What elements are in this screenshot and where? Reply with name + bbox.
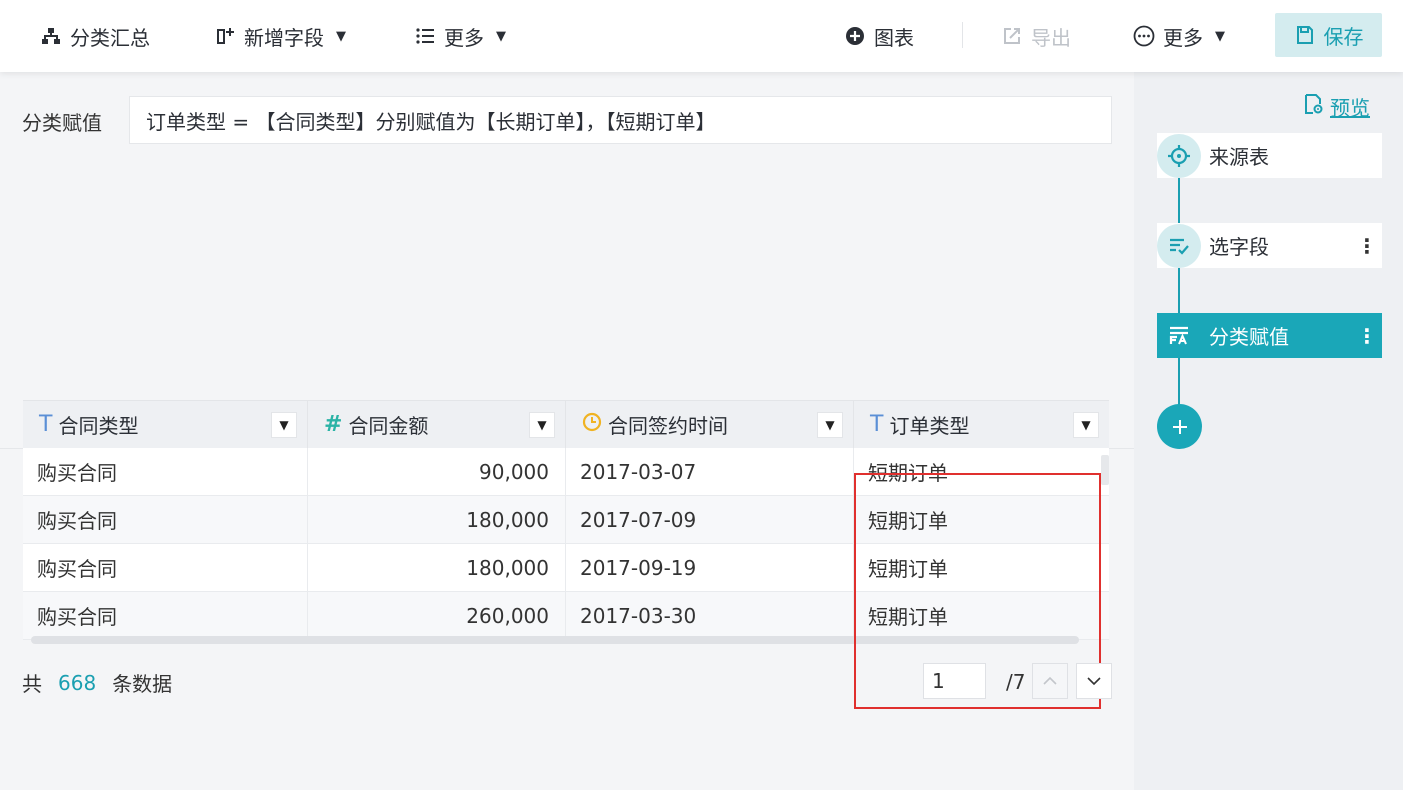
next-page-button[interactable] (1076, 663, 1112, 699)
save-icon (1294, 24, 1316, 46)
table-cell: 90,000 (308, 448, 566, 495)
export-icon (1001, 25, 1023, 47)
step-label: 来源表 (1209, 145, 1269, 169)
preview-icon (1302, 93, 1324, 120)
table-cell: 购买合同 (23, 448, 308, 495)
column-dropdown-button[interactable]: ▼ (1073, 412, 1099, 438)
add-field-label: 新增字段 (244, 25, 324, 50)
table-cell: 2017-09-19 (566, 544, 854, 591)
toolbar-divider (962, 22, 963, 48)
step-select-fields[interactable]: 选字段 ⋮ (1157, 223, 1382, 268)
text-type-icon: T (870, 412, 884, 437)
caret-down-icon: ▼ (1215, 28, 1225, 44)
step-category-assign[interactable]: 分类赋值 ⋮ (1157, 313, 1382, 358)
vertical-scrollbar[interactable] (1101, 455, 1109, 485)
export-label: 导出 (1031, 25, 1071, 50)
ellipsis-circle-icon (1133, 25, 1155, 47)
column-header-contract-type[interactable]: T 合同类型 ▼ (23, 401, 308, 448)
record-count-number: 668 (58, 670, 97, 695)
save-button[interactable]: 保存 (1275, 13, 1382, 57)
export-button[interactable]: 导出 (1001, 0, 1071, 72)
more-right-button[interactable]: 更多 ▼ (1133, 0, 1225, 72)
chart-label: 图表 (874, 25, 914, 50)
chart-button[interactable]: 图表 (844, 0, 914, 72)
vertical-ellipsis-icon[interactable]: ⋮ (1352, 234, 1382, 258)
table-row: 购买合同 260,000 2017-03-30 短期订单 (23, 592, 1109, 640)
column-dropdown-button[interactable]: ▼ (817, 412, 843, 438)
table-cell: 短期订单 (868, 509, 948, 533)
toolbar: 分类汇总 新增字段 ▼ 更多 ▼ 图表 导出 更多 ▼ 保存 (0, 0, 1403, 72)
chevron-up-icon (1043, 676, 1057, 685)
table-cell: 短期订单 (868, 605, 948, 629)
column-dropdown-button[interactable]: ▼ (271, 412, 297, 438)
record-count: 共 668 条数据 (22, 668, 172, 697)
table-cell: 短期订单 (868, 557, 948, 581)
chevron-down-icon (1087, 677, 1101, 686)
caret-down-icon: ▼ (336, 28, 346, 44)
column-label: 合同类型 (58, 414, 139, 438)
table-row: 购买合同 180,000 2017-07-09 短期订单 (23, 496, 1109, 544)
table-cell: 180,000 (308, 544, 566, 591)
column-label: 合同金额 (348, 414, 429, 438)
select-fields-icon (1157, 223, 1201, 268)
column-header-sign-date[interactable]: 合同签约时间 ▼ (566, 401, 854, 448)
table-cell: 购买合同 (23, 496, 308, 543)
more-left-button[interactable]: 更多 ▼ (414, 0, 506, 72)
add-step-button[interactable] (1157, 404, 1202, 449)
table-cell: 购买合同 (23, 592, 308, 639)
step-source-table[interactable]: 来源表 (1157, 133, 1382, 178)
table-cell: 购买合同 (23, 544, 308, 591)
table-cell: 2017-07-09 (566, 496, 854, 543)
hierarchy-icon (40, 25, 62, 47)
table-cell: 2017-03-30 (566, 592, 854, 639)
formula-label: 分类赋值 (22, 111, 102, 135)
table-header: T 合同类型 ▼ # 合同金额 ▼ 合同签约时间 ▼ T 订单类型 ▼ (23, 400, 1109, 448)
column-dropdown-button[interactable]: ▼ (529, 412, 555, 438)
page-number-input[interactable]: 1 (923, 663, 986, 699)
save-label: 保存 (1323, 24, 1364, 49)
table-cell: 2017-03-07 (566, 448, 854, 495)
table-cell: 180,000 (308, 496, 566, 543)
page-total: /7 (1006, 670, 1026, 694)
column-header-contract-amount[interactable]: # 合同金额 ▼ (308, 401, 566, 448)
group-summary-button[interactable]: 分类汇总 (40, 0, 150, 72)
record-count-prefix: 共 (22, 672, 42, 696)
list-icon (414, 25, 436, 47)
table-row: 购买合同 180,000 2017-09-19 短期订单 (23, 544, 1109, 592)
target-icon (1157, 133, 1201, 178)
caret-down-icon: ▼ (496, 28, 506, 44)
table-cell: 260,000 (308, 592, 566, 639)
formula-input[interactable]: 订单类型 = 【合同类型】分别赋值为【长期订单】，【短期订单】 (129, 96, 1112, 144)
more-left-label: 更多 (444, 25, 484, 50)
previous-page-button[interactable] (1032, 663, 1068, 699)
plus-icon (1172, 419, 1187, 434)
category-assign-icon (1157, 313, 1201, 358)
horizontal-scrollbar[interactable] (31, 636, 1079, 644)
group-summary-label: 分类汇总 (70, 25, 150, 50)
add-field-button[interactable]: 新增字段 ▼ (214, 0, 346, 72)
add-column-icon (214, 25, 236, 47)
step-label: 选字段 (1209, 235, 1269, 259)
preview-link[interactable]: 预览 (1302, 92, 1370, 121)
flow-connector (1178, 178, 1180, 408)
record-count-suffix: 条数据 (112, 672, 173, 696)
data-table: T 合同类型 ▼ # 合同金额 ▼ 合同签约时间 ▼ T 订单类型 ▼ 购买合同… (23, 400, 1109, 640)
table-cell: 短期订单 (868, 461, 948, 485)
preview-label: 预览 (1330, 96, 1370, 120)
column-header-order-type[interactable]: T 订单类型 ▼ (854, 401, 1109, 448)
column-label: 合同签约时间 (608, 414, 728, 438)
plus-circle-icon (844, 25, 866, 47)
more-right-label: 更多 (1163, 25, 1203, 50)
step-label: 分类赋值 (1209, 325, 1289, 349)
text-type-icon: T (39, 412, 53, 437)
number-type-icon: # (324, 412, 343, 437)
vertical-ellipsis-icon[interactable]: ⋮ (1352, 324, 1382, 348)
date-type-icon (582, 412, 602, 437)
column-label: 订单类型 (889, 414, 970, 438)
table-row: 购买合同 90,000 2017-03-07 短期订单 (23, 448, 1109, 496)
